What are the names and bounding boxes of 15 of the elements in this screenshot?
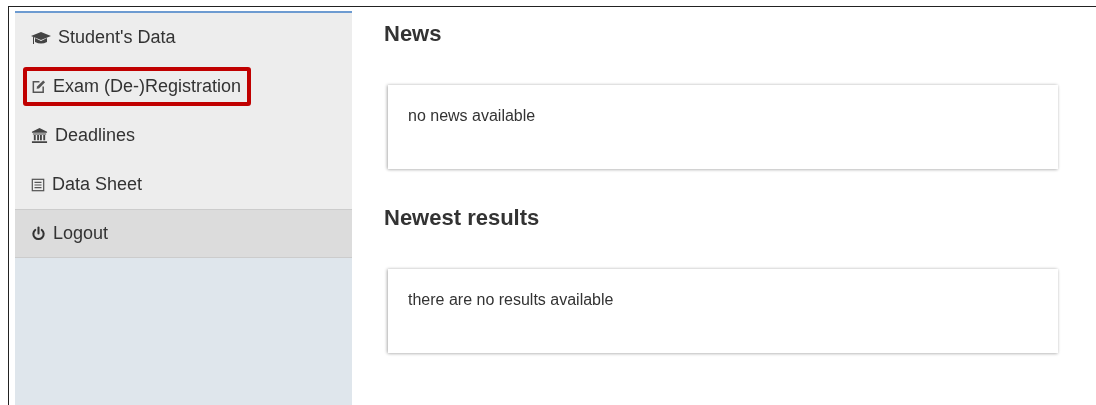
section-heading: Newest results bbox=[384, 205, 541, 231]
data-sheet-icon bbox=[31, 177, 45, 192]
sidebar-item[interactable]: Logout bbox=[15, 209, 352, 258]
card-message: no news available bbox=[408, 107, 536, 124]
graduation-cap-icon bbox=[31, 29, 51, 46]
card-message: there are no results available bbox=[408, 291, 614, 308]
highlight-frame: Exam (De-)Registration bbox=[23, 67, 252, 106]
bank-icon bbox=[31, 127, 48, 144]
sidebar-item[interactable]: Data Sheet bbox=[15, 160, 352, 209]
edit-icon bbox=[31, 79, 46, 94]
power-icon bbox=[31, 226, 46, 241]
section-heading: News bbox=[384, 21, 443, 47]
sidebar-item[interactable]: Student's Data bbox=[15, 13, 352, 62]
sidebar-item[interactable]: Exam (De-)Registration bbox=[15, 62, 352, 111]
sidebar-item[interactable]: Deadlines bbox=[15, 111, 352, 160]
